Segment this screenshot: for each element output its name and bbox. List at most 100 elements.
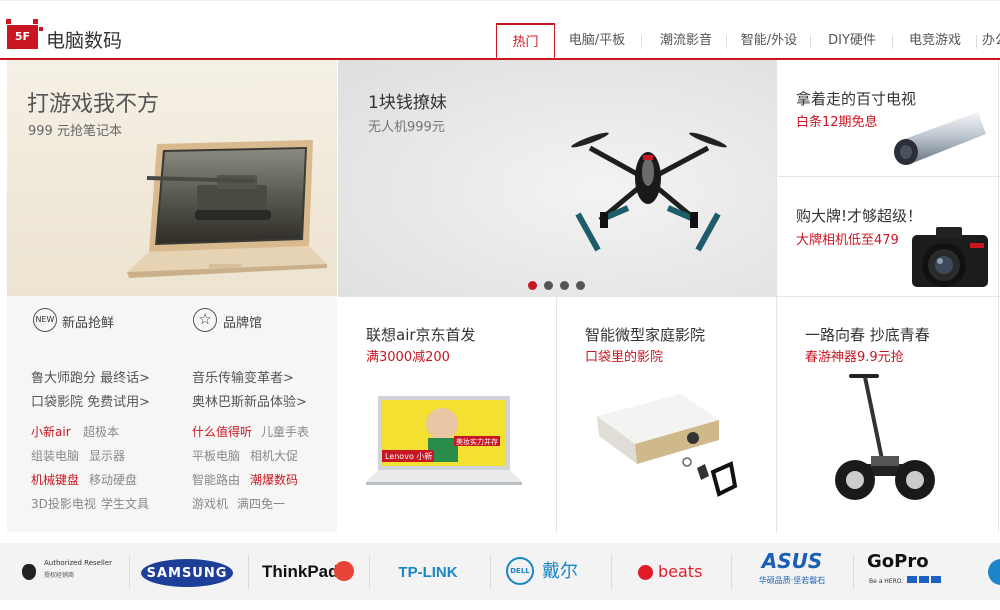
- floor-title: 电脑数码: [46, 30, 123, 52]
- cell-subtitle: 口袋里的影院: [585, 350, 664, 365]
- feature-link[interactable]: 奥林巴斯新品体验>: [192, 391, 307, 410]
- brand-sub: 授权经销商: [44, 572, 75, 579]
- category-link[interactable]: 移动硬盘: [89, 471, 137, 488]
- category-link[interactable]: 机械键盘: [31, 471, 79, 488]
- promo-title: 打游戏我不方: [27, 92, 160, 117]
- category-link[interactable]: 智能路由: [192, 471, 240, 488]
- brand-partial-logo[interactable]: [984, 543, 1000, 600]
- brand-divider: [611, 555, 612, 589]
- brand-divider: [248, 555, 249, 589]
- tab-computer-tablet[interactable]: 电脑/平板: [560, 23, 634, 58]
- laptop-image: [127, 140, 327, 278]
- brand-name: ThinkPad: [262, 562, 339, 581]
- cell-subtitle: 春游神器9.9元抢: [805, 350, 904, 365]
- feature-link[interactable]: 鲁大师跑分 最终话>: [31, 367, 150, 386]
- category-link[interactable]: 超极本: [83, 423, 119, 440]
- balance-scooter-image: [835, 374, 935, 500]
- category-link[interactable]: 3D投影电视: [31, 495, 96, 512]
- carousel-dot[interactable]: [544, 281, 553, 290]
- category-link[interactable]: 显示器: [89, 447, 125, 464]
- promo-card-camera[interactable]: 购大牌!才够超级！ 大牌相机低至479: [778, 177, 1000, 296]
- category-link[interactable]: 相机大促: [250, 447, 298, 464]
- brand-divider: [731, 555, 732, 589]
- tab-divider: [892, 35, 893, 49]
- mini-projector-image: [597, 394, 738, 497]
- promo-cell-projector[interactable]: 智能微型家庭影院 口袋里的影院: [557, 298, 776, 532]
- brand-name: SAMSUNG: [146, 566, 228, 581]
- feature-link[interactable]: 口袋影院 免费试用>: [31, 391, 150, 410]
- tab-smart-peripherals[interactable]: 智能/外设: [728, 23, 810, 58]
- brand-divider: [490, 555, 491, 589]
- promo-cell-lenovo[interactable]: 联想air京东首发 满3000减200 美妆实力并存 Lenovo 小新: [338, 298, 556, 532]
- floor-badge: 5F: [6, 19, 43, 49]
- category-link[interactable]: 满四免一: [237, 495, 285, 512]
- carousel-dot[interactable]: [528, 281, 537, 290]
- card-title: 购大牌!才够超级！: [796, 207, 923, 225]
- card-subtitle: 大牌相机低至479: [796, 233, 899, 248]
- lenovo-laptop-image: 美妆实力并存 Lenovo 小新: [366, 396, 522, 485]
- cell-title: 联想air京东首发: [366, 326, 476, 344]
- grid-divider: [338, 296, 1000, 297]
- brand-sub: 华硕品质·坚若磐石: [758, 576, 826, 585]
- top-divider: [0, 0, 1000, 1]
- quick-entries: NEW 新品抢鲜 ☆ 品牌馆: [7, 298, 337, 342]
- carousel-dot[interactable]: [576, 281, 585, 290]
- category-link[interactable]: 潮爆数码: [250, 471, 298, 488]
- feature-link[interactable]: 音乐传输变革者>: [192, 367, 294, 386]
- tab-divider: [726, 35, 727, 49]
- brand-name: TP-LINK: [398, 564, 458, 581]
- brand-gopro[interactable]: GoPro Be a HERO.: [865, 543, 965, 600]
- brand-name: beats: [658, 562, 703, 581]
- category-link[interactable]: 组装电脑: [31, 447, 79, 464]
- tab-esports[interactable]: 电竞游戏: [894, 23, 976, 58]
- carousel-dot[interactable]: [560, 281, 569, 290]
- left-panel: 打游戏我不方 999 元抢笔记本 NEW 新品抢鲜 ☆ 品牌馆 鲁大师跑分 最终…: [7, 60, 337, 532]
- promo-card-projector[interactable]: 拿着走的百寸电视 白条12期免息: [778, 60, 1000, 176]
- brand-tplink[interactable]: TP-LINK: [380, 543, 476, 600]
- drone-image: [571, 132, 727, 252]
- brand-dell[interactable]: DELL 戴尔: [506, 543, 586, 600]
- tab-audio-video[interactable]: 潮流影音: [646, 23, 726, 58]
- beats-logo-icon: [638, 565, 653, 580]
- carousel-pagination: [528, 275, 592, 294]
- apple-icon: [22, 564, 36, 580]
- category-link[interactable]: 游戏机: [192, 495, 228, 512]
- category-link[interactable]: 小新air: [31, 423, 71, 440]
- brand-bar: Authorized Reseller 授权经销商 SAMSUNG ThinkP…: [0, 543, 1000, 600]
- grid-divider: [998, 60, 999, 532]
- floor-tabs: 热门 电脑/平板 潮流影音 智能/外设 DIY硬件 电竞游戏 办公: [496, 23, 1000, 60]
- tab-divider: [976, 35, 977, 49]
- brand-name: 戴尔: [542, 561, 578, 582]
- laptop-promo[interactable]: 打游戏我不方 999 元抢笔记本: [7, 60, 337, 296]
- drone-carousel[interactable]: 1块钱撩妹 无人机999元: [338, 60, 776, 296]
- brand-beats[interactable]: beats: [634, 543, 714, 600]
- new-arrivals-link[interactable]: 新品抢鲜: [62, 312, 114, 331]
- carousel-subtitle: 无人机999元: [368, 120, 445, 135]
- tab-divider: [810, 35, 811, 49]
- camera-image: [912, 227, 988, 287]
- new-badge-icon: NEW: [33, 308, 57, 332]
- category-link[interactable]: 学生文具: [101, 495, 149, 512]
- brand-apple[interactable]: Authorized Reseller 授权经销商: [18, 543, 118, 600]
- category-link[interactable]: 什么值得听: [192, 423, 252, 440]
- brand-samsung[interactable]: SAMSUNG: [141, 543, 233, 600]
- tab-diy-hardware[interactable]: DIY硬件: [813, 23, 891, 58]
- brand-hall-link[interactable]: 品牌馆: [223, 312, 262, 331]
- brand-thinkpad[interactable]: ThinkPad: [262, 543, 354, 600]
- projector-image: [894, 112, 986, 165]
- cell-title: 智能微型家庭影院: [585, 326, 706, 344]
- category-link[interactable]: 儿童手表: [261, 423, 309, 440]
- cell-title: 一路向春 抄底青春: [805, 326, 930, 344]
- card-title: 拿着走的百寸电视: [796, 90, 917, 108]
- tab-divider: [641, 35, 642, 49]
- tab-hot[interactable]: 热门: [496, 23, 555, 60]
- star-icon: ☆: [193, 308, 217, 332]
- dell-logo-icon: DELL: [506, 557, 534, 585]
- brand-divider: [369, 555, 370, 589]
- screen-text: Lenovo 小新: [385, 451, 432, 461]
- category-link[interactable]: 平板电脑: [192, 447, 240, 464]
- promo-cell-scooter[interactable]: 一路向春 抄底青春 春游神器9.9元抢: [777, 298, 998, 532]
- brand-asus[interactable]: ASUS 华硕品质·坚若磐石: [744, 543, 840, 600]
- brand-logo-icon: [988, 559, 1000, 585]
- tab-office[interactable]: 办公: [982, 23, 1000, 58]
